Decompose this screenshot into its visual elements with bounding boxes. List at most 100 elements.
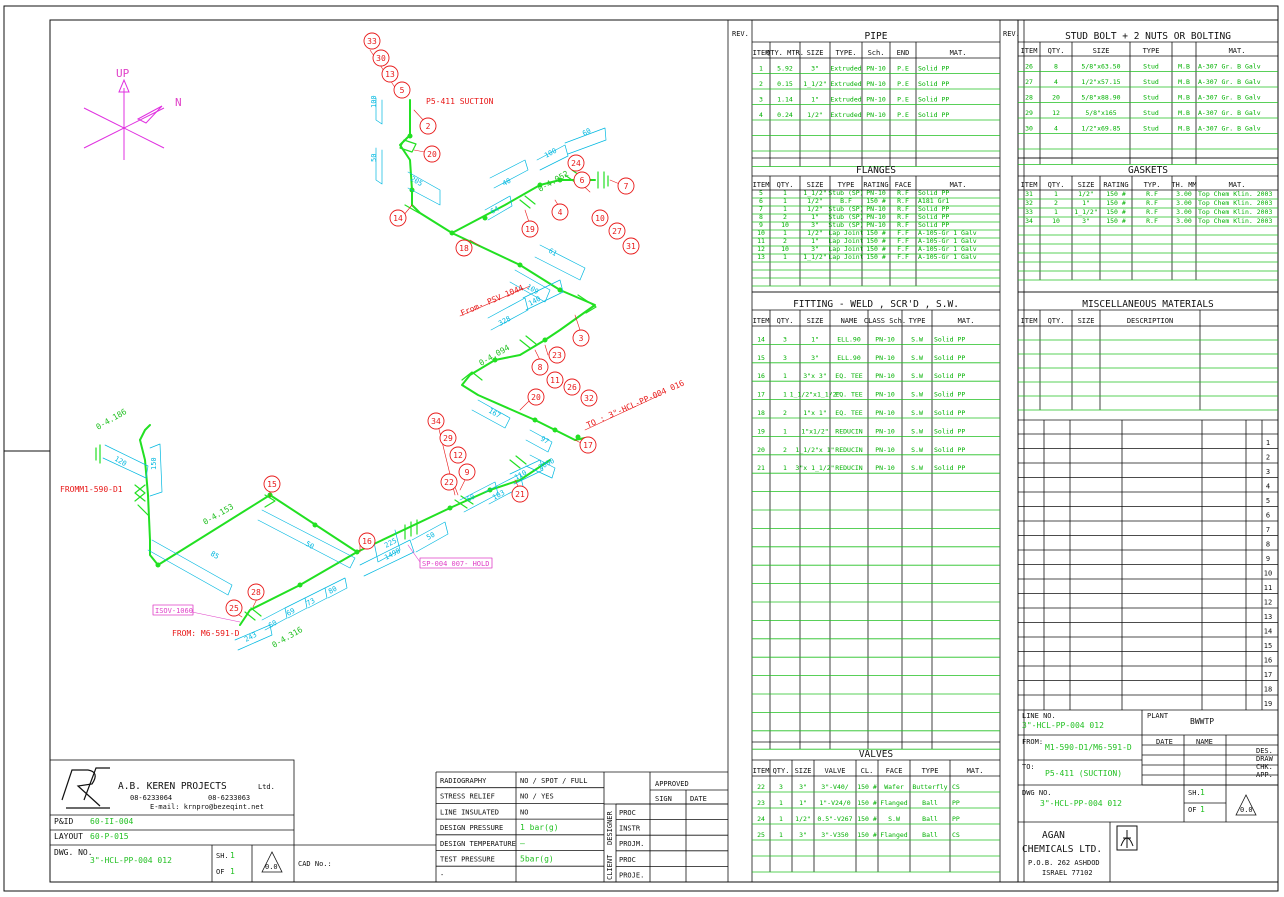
test-value: NO <box>520 808 528 816</box>
test-value: – <box>520 839 525 848</box>
flanges-cell: Solid PP <box>918 205 949 213</box>
stud-cell: A-307 Gr. B Galv <box>1198 63 1261 71</box>
item-bubble-number: 12 <box>453 451 463 460</box>
fitting-cell: REDUCIN <box>835 446 862 454</box>
valves-header: VALVE <box>824 767 845 775</box>
gaskets-header: QTY. <box>1048 181 1065 189</box>
stud-cell: 26 <box>1025 63 1033 71</box>
pipe-cell: Solid PP <box>918 96 949 104</box>
dimension-label: 50 <box>370 154 378 162</box>
valves-cell: 1/2" <box>795 815 811 823</box>
gaskets-cell: 33 <box>1025 208 1033 216</box>
stud-header: ITEM <box>1021 47 1038 55</box>
of-value: 1 <box>1200 805 1205 814</box>
fitting-cell: 20 <box>757 446 765 454</box>
stud-cell: 5/8"x165 <box>1085 109 1116 117</box>
gaskets-cell: 150 # <box>1106 199 1126 207</box>
revision-number: 11 <box>1264 584 1272 592</box>
iso-label: ISOV-1060 <box>155 607 193 615</box>
fitting-cell: S.W <box>911 427 923 435</box>
approved-label: APPROVED <box>655 780 689 788</box>
fitting-cell: 3"x 3" <box>803 372 826 380</box>
fitting-cell: REDUCIN <box>835 464 862 472</box>
valves-cell: 150 # <box>857 831 877 839</box>
fitting-cell: PN-10 <box>875 409 895 417</box>
test-label: RADIOGRAPHY <box>440 777 487 785</box>
pipe-cell: Extruded <box>830 96 861 104</box>
pid-label: P&ID <box>54 817 73 826</box>
item-bubble-number: 24 <box>571 159 581 168</box>
gaskets-header: MAT. <box>1229 181 1246 189</box>
sheet-value: 1 <box>1200 788 1205 797</box>
valves-cell: Ball <box>922 799 938 807</box>
fitting-cell: S.W <box>911 391 923 399</box>
item-bubble-number: 6 <box>580 176 585 185</box>
revision-number: 5 <box>1266 497 1270 505</box>
stud-cell: Stud <box>1143 63 1159 71</box>
drawing-sheet: UP N 33301352201418194246102731738231126… <box>0 0 1284 897</box>
stud-cell: Stud <box>1143 109 1159 117</box>
pipe-cell: PN-10 <box>866 111 886 119</box>
item-bubble-number: 15 <box>267 480 277 489</box>
stud-cell: M.B <box>1178 94 1190 102</box>
pipe-cell: PN-10 <box>866 96 886 104</box>
flanges-cell: 8 <box>759 213 763 221</box>
revision-number: 7 <box>1266 526 1270 534</box>
date-header: DATE <box>1156 738 1173 746</box>
flanges-header: QTY. <box>777 181 794 189</box>
item-bubble-number: 4 <box>558 208 563 217</box>
item-bubble-number: 7 <box>624 182 629 191</box>
revision-number: 16 <box>1264 657 1272 665</box>
company-name-2: CHEMICALS LTD. <box>1022 844 1102 855</box>
pipe-cell: 3" <box>811 65 819 73</box>
fitting-cell: EQ. TEE <box>835 391 862 399</box>
sheet-label: SH. <box>1188 789 1201 797</box>
fitting-cell: S.W <box>911 372 923 380</box>
rev-header: REV. <box>1003 30 1020 38</box>
flanges-cell: R.F <box>897 189 909 197</box>
revision-number: 12 <box>1264 599 1272 607</box>
flanges-cell: 150 # <box>866 253 886 261</box>
stud-cell: M.B <box>1178 63 1190 71</box>
stud-cell: 20 <box>1052 94 1060 102</box>
item-bubble-number: 10 <box>595 214 605 223</box>
fitting-cell: 3"x 1_1/2" <box>795 464 834 472</box>
valves-cell: 1 <box>779 815 783 823</box>
gaskets-cell: R.F <box>1146 199 1158 207</box>
company-ltd: Ltd. <box>258 783 275 791</box>
stud-cell: A-307 Gr. B Galv <box>1198 94 1261 102</box>
fitting-cell: REDUCIN <box>835 427 862 435</box>
item-bubble-number: 32 <box>584 394 594 403</box>
item-bubble-number: 31 <box>626 242 636 251</box>
fitting-cell: S.W <box>911 446 923 454</box>
flanges-cell: R.F <box>897 197 909 205</box>
valves-cell: 150 # <box>857 799 877 807</box>
flanges-cell: Solid PP <box>918 221 949 229</box>
gaskets-cell: 10 <box>1052 217 1060 225</box>
flanges-cell: PN-10 <box>866 205 886 213</box>
flanges-header: SIZE <box>807 181 824 189</box>
stud-cell: 27 <box>1025 78 1033 86</box>
gaskets-cell: 1 <box>1054 208 1058 216</box>
gaskets-cell: 3.00 <box>1176 190 1192 198</box>
valves-cell: 3 <box>779 783 783 791</box>
gaskets-header: RATING <box>1103 181 1128 189</box>
gaskets-cell: 3.00 <box>1176 208 1192 216</box>
flanges-cell: 2 <box>783 213 787 221</box>
flanges-cell: 10 <box>781 245 789 253</box>
gaskets-cell: 150 # <box>1106 208 1126 216</box>
iso-label: SP-004 007- HOLD <box>422 560 489 568</box>
valves-cell: 24 <box>757 815 765 823</box>
pipe-cell: 3 <box>759 96 763 104</box>
flanges-cell: B.F <box>840 197 852 205</box>
pid-value: 60-II-004 <box>90 817 134 826</box>
from-label: FROM: <box>1022 738 1043 746</box>
gaskets-cell: 3" <box>1082 217 1090 225</box>
valves-header: FACE <box>886 767 903 775</box>
of-label: OF <box>216 868 224 876</box>
pipe-header: MAT. <box>950 49 967 57</box>
flanges-cell: PN-10 <box>866 213 886 221</box>
valves-cell: PP <box>952 799 960 807</box>
item-bubble-number: 22 <box>444 478 454 487</box>
client-label: CLIENT <box>606 854 614 880</box>
